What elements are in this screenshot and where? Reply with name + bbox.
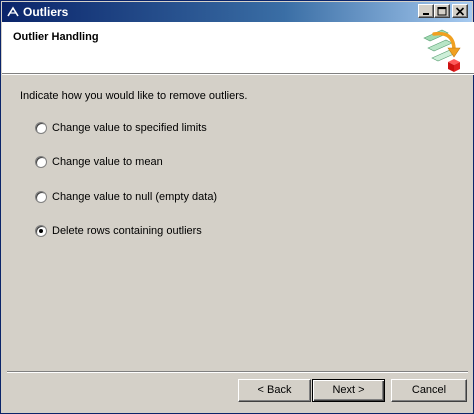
title-bar[interactable]: Outliers [2, 2, 472, 22]
close-icon [455, 7, 465, 16]
option-change-to-mean[interactable]: Change value to mean [35, 155, 163, 169]
footer-divider-highlight [7, 372, 468, 373]
wizard-graphic-icon [418, 24, 466, 72]
maximize-button[interactable] [434, 4, 450, 18]
cancel-button[interactable]: Cancel [391, 379, 467, 402]
option-label[interactable]: Change value to null (empty data) [52, 191, 217, 204]
option-label[interactable]: Change value to specified limits [52, 122, 207, 135]
back-button[interactable]: < Back [238, 379, 311, 402]
wizard-header: Outlier Handling [2, 22, 474, 74]
close-button[interactable] [452, 4, 468, 18]
minimize-button[interactable] [418, 4, 434, 18]
option-label[interactable]: Change value to mean [52, 156, 163, 169]
option-label[interactable]: Delete rows containing outliers [52, 225, 202, 238]
radio-button[interactable] [35, 156, 47, 168]
next-button[interactable]: Next > [312, 379, 385, 402]
instruction-text: Indicate how you would like to remove ou… [20, 90, 248, 102]
option-change-to-null[interactable]: Change value to null (empty data) [35, 190, 217, 204]
page-title: Outlier Handling [13, 31, 99, 43]
maximize-icon [437, 7, 447, 16]
tool-icon [6, 5, 20, 19]
window-title: Outliers [23, 5, 69, 19]
radio-button[interactable] [35, 122, 47, 134]
radio-button[interactable] [35, 191, 47, 203]
radio-button-selected[interactable] [35, 225, 47, 237]
minimize-icon [423, 13, 429, 15]
header-divider [2, 74, 474, 75]
dialog-window: Outliers Outlier Handling Indicate how y… [0, 0, 474, 414]
option-change-to-limits[interactable]: Change value to specified limits [35, 121, 207, 135]
option-delete-rows[interactable]: Delete rows containing outliers [35, 224, 202, 238]
